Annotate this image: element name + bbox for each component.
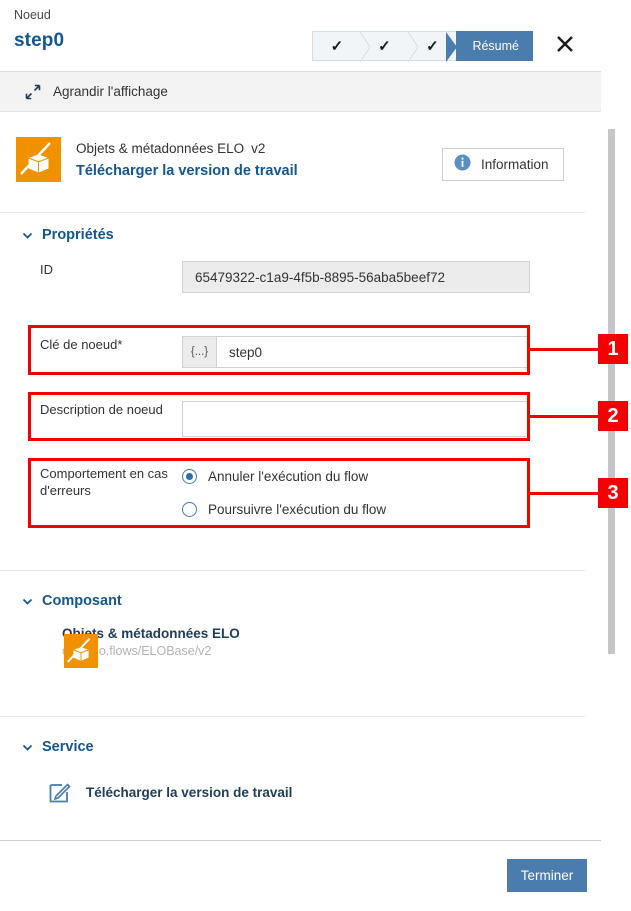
check-icon: ✓ xyxy=(330,37,344,55)
section-title: Composant xyxy=(42,593,122,609)
section-title: Service xyxy=(42,739,94,755)
dialog-footer: Terminer xyxy=(0,840,601,911)
component-name: Objets & métadonnées ELO xyxy=(76,141,245,156)
scrollbar-thumb[interactable] xyxy=(608,129,615,654)
field-label-error-behavior: Comportement en cas d'erreurs xyxy=(40,466,168,498)
field-row-node-key: Clé de noeud* {...} step0 xyxy=(22,336,530,368)
section-header-composant[interactable]: Composant xyxy=(22,593,122,609)
service-item-texts: Télécharger la version de travail xyxy=(86,785,292,800)
field-row-error-behavior: Comportement en cas d'erreurs Annuler l'… xyxy=(22,465,386,520)
section-divider xyxy=(0,716,585,717)
node-key-group: {...} step0 xyxy=(182,336,530,368)
id-field: 65479322-c1a9-4f5b-8895-56aba5beef72 xyxy=(182,261,530,293)
field-row-id: ID 65479322-c1a9-4f5b-8895-56aba5beef72 xyxy=(22,261,530,293)
dialog-body: Objets & métadonnées ELO v2 Télécharger l… xyxy=(0,113,601,840)
section-header-proprietes[interactable]: Propriétés xyxy=(22,227,114,243)
information-button-label: Information xyxy=(481,157,549,172)
expand-view-bar[interactable]: Agrandir l'affichage xyxy=(0,72,601,112)
edit-square-icon xyxy=(48,780,72,804)
check-icon: ✓ xyxy=(378,37,391,55)
node-description-input[interactable] xyxy=(182,401,530,437)
chevron-separator-icon xyxy=(360,32,371,62)
component-name-line: Objets & métadonnées ELO v2 xyxy=(76,141,265,156)
field-label-node-key: Clé de noeud* xyxy=(40,337,123,352)
section-divider xyxy=(0,570,585,571)
node-key-input[interactable]: step0 xyxy=(216,336,530,368)
elo-cube-logo xyxy=(16,137,61,182)
radio-icon-unselected xyxy=(182,501,197,517)
section-title: Propriétés xyxy=(42,227,114,243)
template-expression-button[interactable]: {...} xyxy=(182,336,216,368)
information-button[interactable]: Information xyxy=(442,148,564,181)
chevron-down-icon xyxy=(22,742,33,753)
error-behavior-radio-group: Annuler l'exécution du flow Poursuivre l… xyxy=(182,465,386,520)
chevron-down-icon xyxy=(22,230,33,241)
radio-label: Annuler l'exécution du flow xyxy=(208,468,369,484)
chevron-down-icon xyxy=(22,596,33,607)
radio-label: Poursuivre l'exécution du flow xyxy=(208,501,387,517)
radio-option-continue[interactable]: Poursuivre l'exécution du flow xyxy=(182,498,386,520)
info-icon xyxy=(454,154,471,176)
close-icon xyxy=(555,34,575,59)
wizard-stepper: ✓ ✓ ✓ Résumé xyxy=(312,31,533,62)
field-label-id: ID xyxy=(40,262,53,277)
stepper-arrow-icon xyxy=(446,32,458,62)
component-banner: Objets & métadonnées ELO v2 Télécharger l… xyxy=(0,129,585,213)
close-button[interactable] xyxy=(551,32,579,60)
check-icon: ✓ xyxy=(426,37,439,55)
stepper-step-1[interactable]: ✓ xyxy=(312,31,371,62)
elo-cube-logo xyxy=(64,634,98,668)
service-item-title: Télécharger la version de travail xyxy=(86,784,293,800)
stepper-step-resume[interactable]: Résumé xyxy=(446,31,533,62)
field-row-node-description: Description de noeud xyxy=(22,401,530,437)
radio-option-cancel[interactable]: Annuler l'exécution du flow xyxy=(182,465,386,487)
service-item[interactable]: Télécharger la version de travail xyxy=(48,780,292,804)
dialog-header: Noeud step0 ✓ ✓ ✓ Résumé xyxy=(0,0,601,72)
expand-view-label: Agrandir l'affichage xyxy=(53,84,168,99)
component-action: Télécharger la version de travail xyxy=(76,163,298,179)
page-title: step0 xyxy=(14,30,65,51)
component-version: v2 xyxy=(251,141,266,156)
stepper-step-label: Résumé xyxy=(472,39,519,53)
radio-icon-selected xyxy=(182,468,197,484)
breadcrumb: Noeud xyxy=(14,8,51,22)
finish-button[interactable]: Terminer xyxy=(507,859,587,892)
composant-item[interactable]: Objets & métadonnées ELO com.elo.flows/E… xyxy=(48,626,240,668)
section-header-service[interactable]: Service xyxy=(22,739,94,755)
chevron-separator-icon xyxy=(408,32,419,62)
expand-diagonal-icon xyxy=(24,83,42,101)
field-label-node-description: Description de noeud xyxy=(40,402,163,417)
